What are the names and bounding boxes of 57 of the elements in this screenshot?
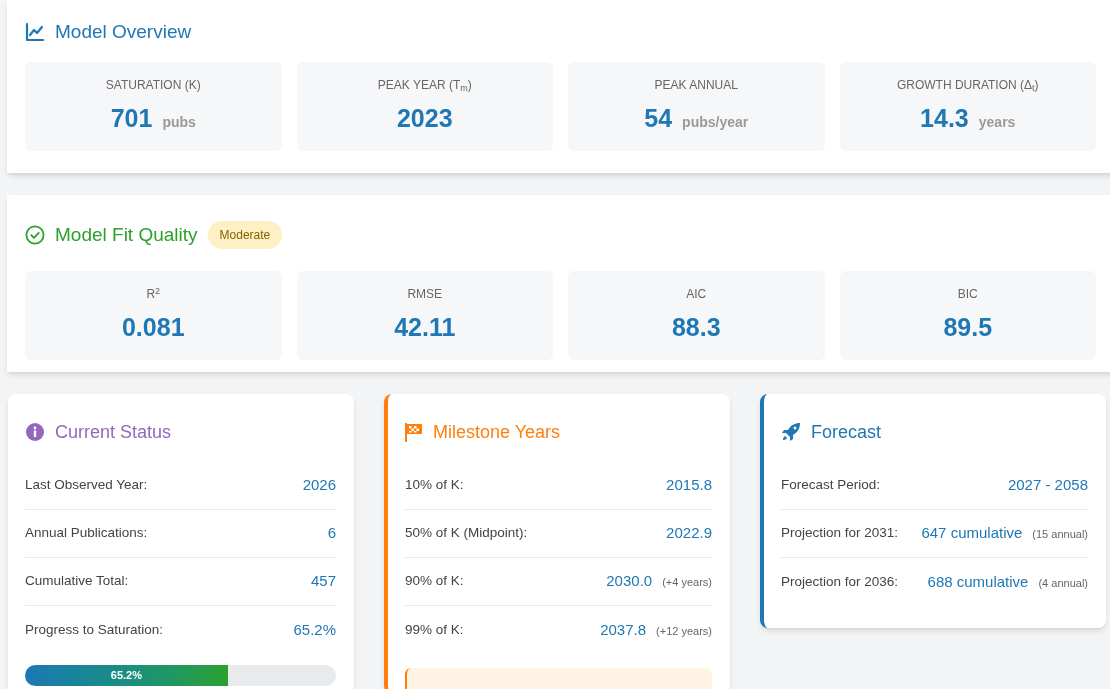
- row-value: 65.2%: [293, 619, 336, 640]
- stat-label: SATURATION (K): [105, 77, 201, 94]
- stat-label: BIC: [957, 286, 978, 303]
- row-label: 10% of K:: [405, 476, 464, 495]
- stat-label: R$^{2}$: [146, 285, 161, 303]
- card-title: Forecast: [811, 420, 882, 444]
- checkered-flag-icon: [405, 422, 423, 442]
- row-label: Forecast Period:: [781, 476, 881, 495]
- stat-value: 0.081: [121, 312, 185, 343]
- row-note: (+4 years): [662, 575, 712, 591]
- row-label: Annual Publications:: [25, 524, 148, 543]
- row-value: 2026: [302, 475, 336, 496]
- stat-label: AIC: [686, 286, 707, 303]
- row-value: 2037.8: [600, 619, 647, 640]
- progress-fill: 65.2%: [25, 665, 228, 686]
- card-title: Milestone Years: [433, 420, 561, 444]
- stat-value: 54: [644, 103, 673, 134]
- stat-value: 89.5: [943, 312, 993, 343]
- row-label: Cumulative Total:: [25, 572, 129, 591]
- stat-value: 14.3: [920, 103, 969, 134]
- row-value: 2022.9: [666, 523, 712, 544]
- row-label: Projection for 2036:: [781, 572, 899, 591]
- stat-value: 88.3: [671, 312, 721, 343]
- stat-unit: years: [978, 113, 1016, 132]
- quality-badge: Moderate: [207, 221, 283, 249]
- section-title: Model Fit Quality: [55, 222, 198, 247]
- row-value: 2027 - 2058: [1007, 475, 1088, 496]
- line-chart-icon: [25, 22, 45, 42]
- stat-value: 701: [110, 103, 153, 134]
- info-icon: [25, 422, 45, 442]
- row-label: 50% of K (Midpoint):: [405, 524, 528, 543]
- row-value: 457: [310, 571, 336, 592]
- row-label: Last Observed Year:: [25, 476, 148, 495]
- stat-unit: pubs: [162, 113, 196, 132]
- stat-label: RMSE: [407, 286, 443, 303]
- section-title: Model Overview: [55, 19, 192, 44]
- stat-label: GROWTH DURATION (Δ$_{t}$): [896, 77, 1039, 94]
- check-circle-icon: [25, 225, 45, 245]
- row-label: 99% of K:: [405, 620, 464, 639]
- row-note: (4 annual): [1038, 575, 1088, 591]
- row-label: Progress to Saturation:: [25, 620, 164, 639]
- row-value: 6: [327, 523, 336, 544]
- row-note: (+12 years): [656, 623, 712, 639]
- stat-label: PEAK ANNUAL: [654, 77, 738, 94]
- row-value: 688 cumulative: [927, 571, 1029, 592]
- rocket-icon: [781, 422, 801, 442]
- row-value: 2030.0: [606, 571, 653, 592]
- stat-value: 42.11: [394, 312, 456, 343]
- row-label: Projection for 2031:: [781, 524, 899, 543]
- stat-value: 2023: [396, 103, 453, 134]
- card-title: Current Status: [55, 420, 172, 444]
- row-value: 2015.8: [666, 475, 712, 496]
- row-value: 647 cumulative: [921, 523, 1023, 544]
- row-note: (15 annual): [1032, 527, 1088, 543]
- row-label: 90% of K:: [405, 572, 464, 591]
- stat-unit: pubs/year: [682, 113, 749, 132]
- stat-label: PEAK YEAR (T$_{m}$): [377, 77, 472, 94]
